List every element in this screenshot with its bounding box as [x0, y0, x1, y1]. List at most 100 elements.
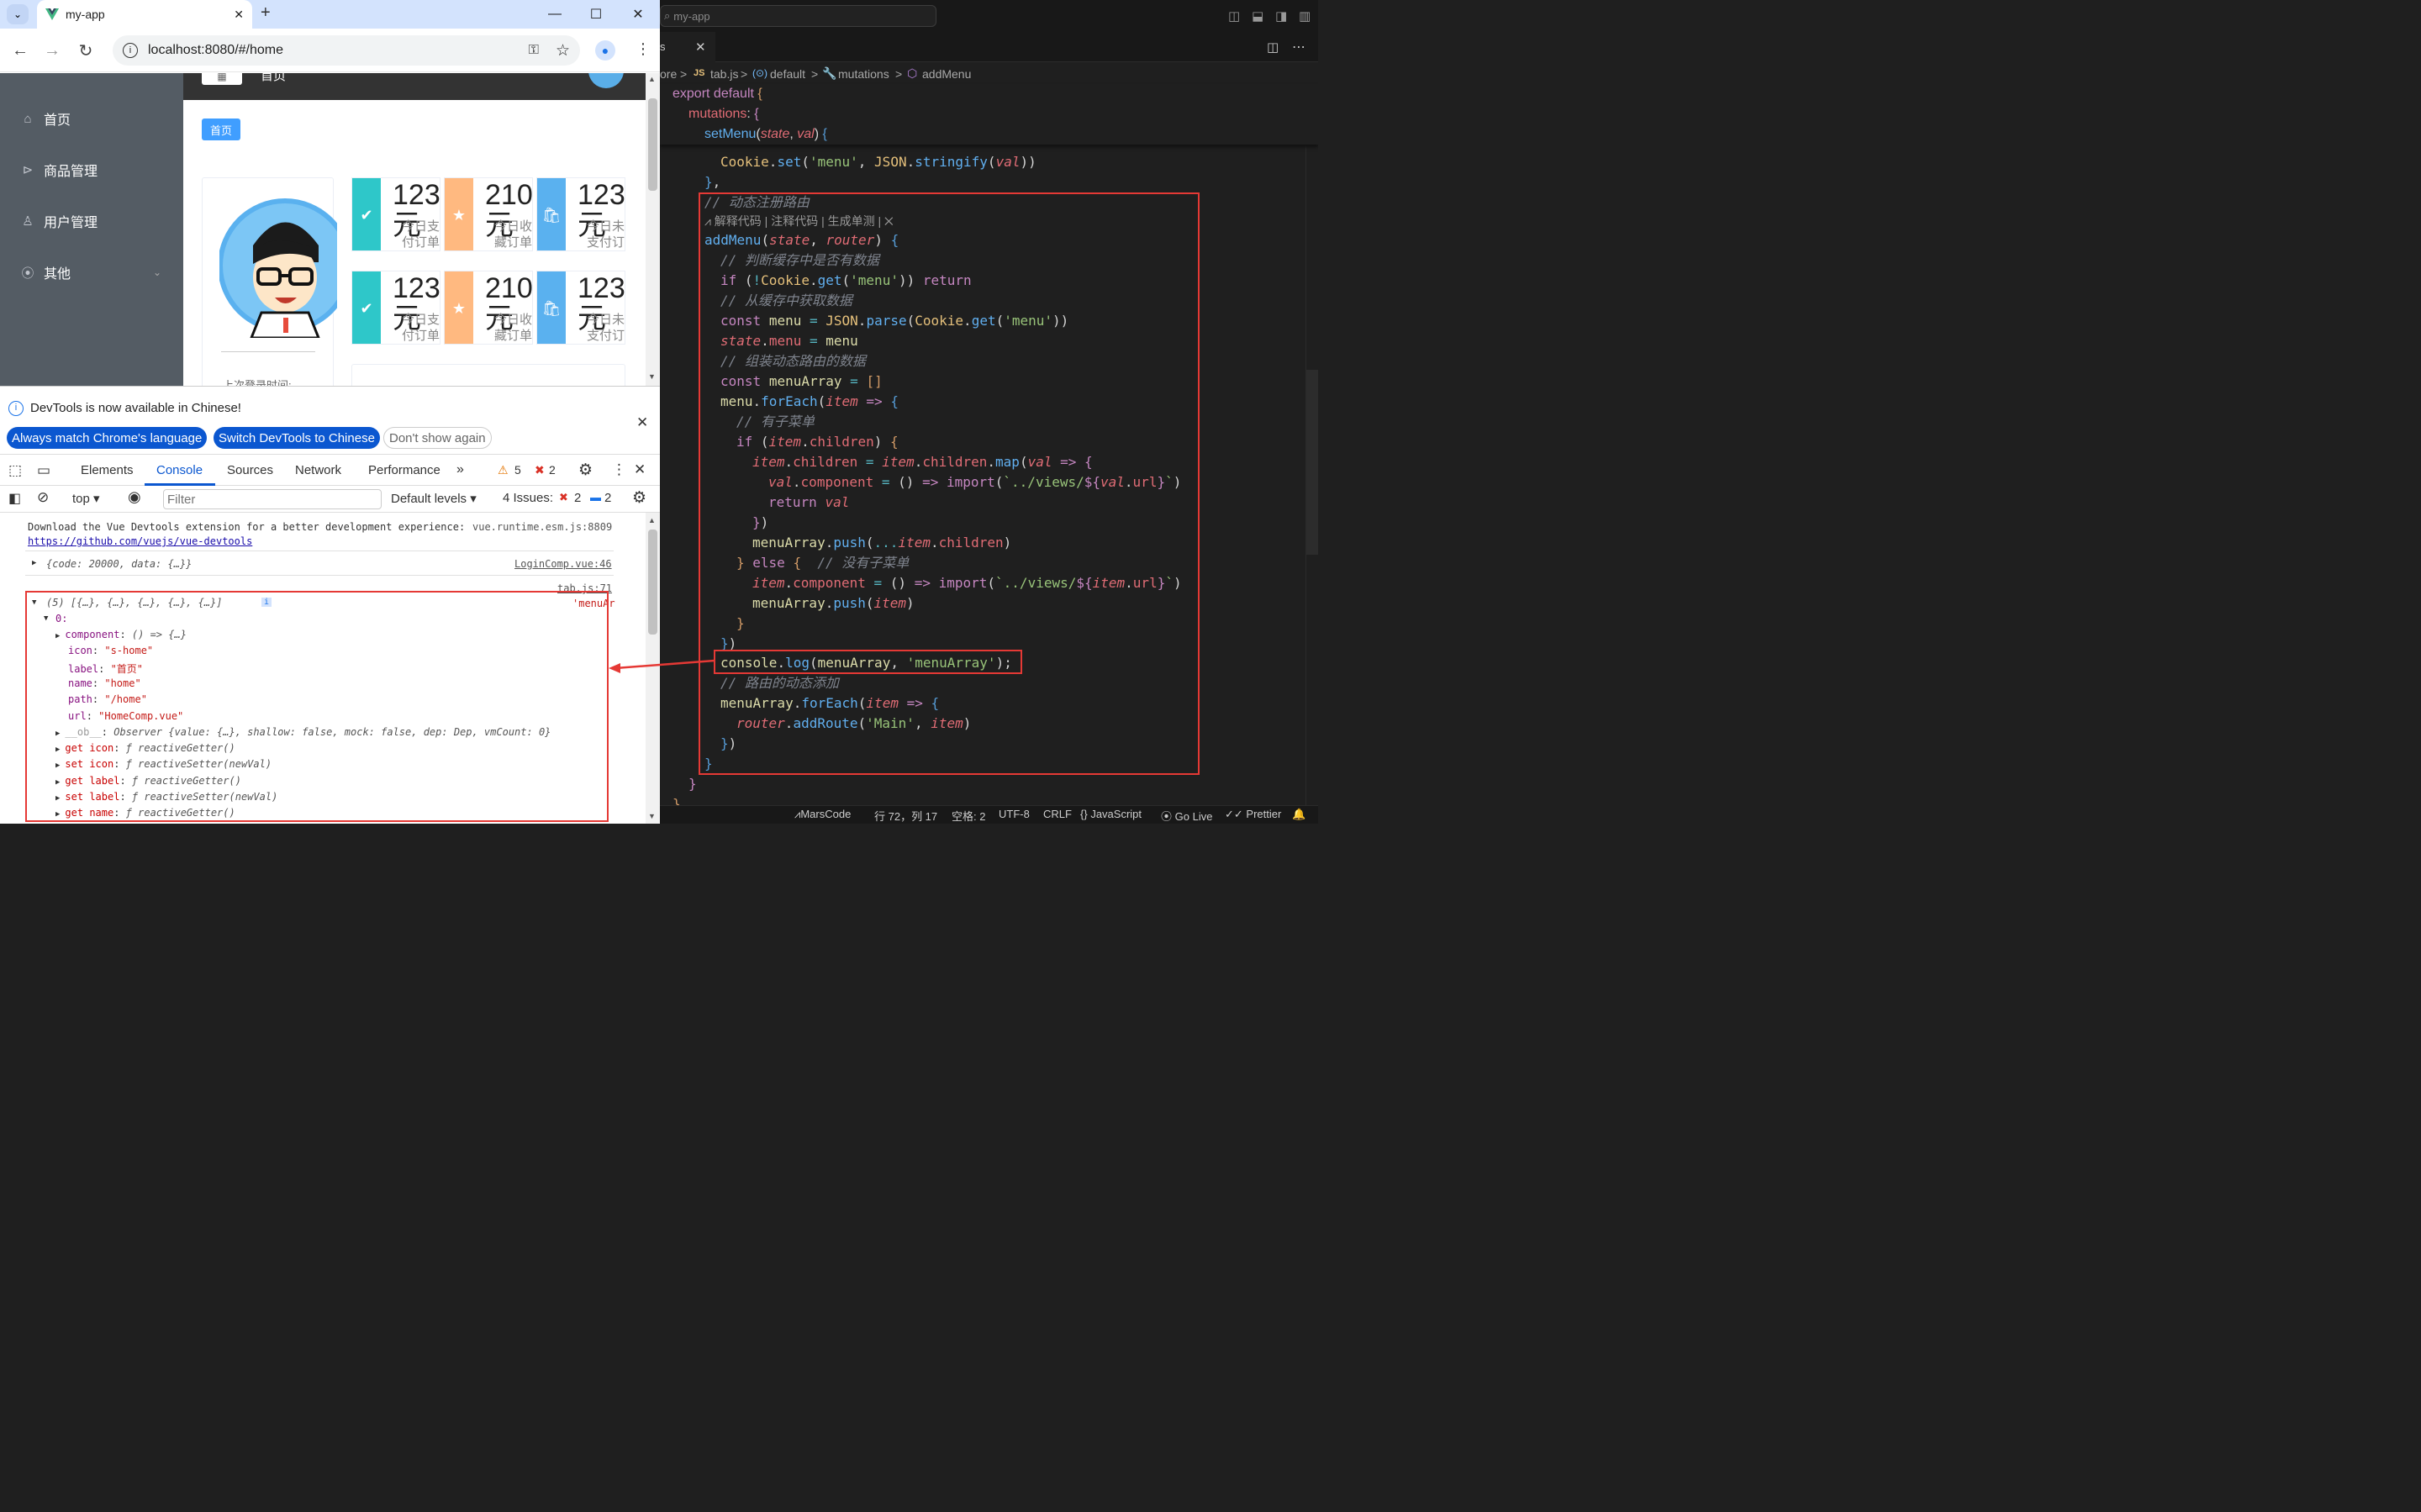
- error-icon[interactable]: ✖: [535, 463, 545, 477]
- scroll-down-arrow[interactable]: ▼: [648, 372, 656, 381]
- status-prettier[interactable]: ✓✓ Prettier: [1225, 808, 1281, 821]
- chart-card: [351, 364, 625, 386]
- issues-info-count: 2: [604, 491, 612, 505]
- dont-show-button[interactable]: Don't show again: [383, 427, 492, 449]
- status-encoding[interactable]: UTF-8: [999, 808, 1030, 820]
- site-info-icon[interactable]: i: [123, 43, 138, 58]
- device-toggle-icon[interactable]: ▭: [37, 462, 50, 479]
- context-select[interactable]: top ▾: [72, 491, 100, 506]
- scroll-thumb[interactable]: [1306, 370, 1318, 555]
- console-object[interactable]: {code: 20000, data: {…}}: [46, 558, 192, 570]
- close-tab-icon[interactable]: ✕: [234, 8, 244, 22]
- log-levels-select[interactable]: Default levels ▾: [391, 491, 477, 506]
- command-center-search[interactable]: ⌕ my-app: [660, 5, 936, 27]
- star-icon: ★: [445, 271, 473, 344]
- clear-console-icon[interactable]: ⊘: [37, 489, 49, 506]
- editor-tab-tab-js[interactable]: s ✕: [660, 32, 715, 62]
- stat-card: ★ 210 元今日收藏订单: [444, 271, 533, 345]
- close-tab-icon[interactable]: ✕: [695, 40, 706, 55]
- toggle-secondary-sidebar-icon[interactable]: ◨: [1275, 8, 1287, 24]
- method-cube-icon: ⬡: [907, 66, 918, 80]
- user-avatar[interactable]: [588, 73, 624, 88]
- location-icon: ⦿: [21, 266, 34, 281]
- status-indentation[interactable]: 空格: 2: [952, 808, 985, 824]
- menu-item-goods[interactable]: ⊳ 商品管理: [20, 160, 98, 180]
- status-marscode[interactable]: ⩘MarsCode: [794, 808, 851, 821]
- toggle-panel-icon[interactable]: ⬓: [1252, 8, 1263, 24]
- status-golive[interactable]: ⦿ Go Live: [1161, 808, 1212, 824]
- console-link[interactable]: https://github.com/vuejs/vue-devtools: [28, 535, 252, 547]
- tab-performance[interactable]: Performance: [368, 463, 440, 477]
- status-cursor-position[interactable]: 行 72，列 17: [874, 808, 937, 824]
- address-bar[interactable]: i localhost:8080/#/home ⚿ ☆: [113, 35, 580, 66]
- chevron-down-icon: ⌄: [153, 266, 162, 278]
- stat-card: 🛍123元今日未支付订单: [536, 271, 625, 345]
- console-message: Download the Vue Devtools extension for …: [28, 521, 466, 533]
- minimap-scrollbar[interactable]: [1305, 84, 1318, 805]
- tab-sources[interactable]: Sources: [227, 463, 273, 477]
- reload-icon[interactable]: ↻: [76, 40, 96, 61]
- more-actions-icon[interactable]: ⋯: [1292, 39, 1305, 55]
- scroll-down-arrow[interactable]: ▼: [648, 812, 656, 820]
- profile-avatar-icon[interactable]: ●: [595, 40, 615, 61]
- scroll-up-arrow[interactable]: ▲: [648, 75, 656, 83]
- console-settings-icon[interactable]: ⚙: [632, 488, 646, 508]
- forward-icon[interactable]: →: [42, 40, 62, 61]
- minimize-button[interactable]: —: [545, 5, 565, 24]
- menu-item-users[interactable]: ♙ 用户管理: [20, 211, 98, 231]
- scroll-up-arrow[interactable]: ▲: [648, 516, 656, 524]
- check-icon: ✔: [352, 178, 381, 250]
- tab-search-button[interactable]: ⌄: [7, 4, 29, 24]
- sidebar-toggle-icon[interactable]: ◧: [8, 490, 21, 507]
- toggle-sidebar-icon[interactable]: ◫: [1228, 8, 1240, 24]
- settings-gear-icon[interactable]: ⚙: [578, 461, 593, 480]
- menu-item-other[interactable]: ⦿ 其他 ⌄: [20, 262, 161, 282]
- browser-menu-icon[interactable]: ⋮: [636, 40, 651, 58]
- scroll-thumb[interactable]: [648, 529, 657, 635]
- split-editor-icon[interactable]: ◫: [1267, 40, 1279, 55]
- menu-item-home[interactable]: ⌂ 首页: [20, 108, 71, 129]
- new-tab-button[interactable]: +: [261, 3, 271, 23]
- bookmark-star-icon[interactable]: ☆: [556, 41, 570, 61]
- password-key-icon[interactable]: ⚿: [529, 43, 539, 58]
- back-icon[interactable]: ←: [10, 40, 30, 61]
- user-avatar-image: [219, 198, 337, 338]
- devtools-menu-icon[interactable]: ⋮: [612, 461, 626, 478]
- live-expression-eye-icon[interactable]: ◉: [128, 488, 141, 506]
- stat-card: ✔ 123 元今日支付订单: [351, 177, 440, 251]
- close-devtools-icon[interactable]: ✕: [634, 461, 646, 478]
- annotation-box-console: [25, 591, 609, 822]
- status-eol[interactable]: CRLF: [1043, 808, 1072, 820]
- close-window-button[interactable]: ✕: [628, 5, 648, 24]
- tab-elements[interactable]: Elements: [81, 463, 134, 477]
- maximize-button[interactable]: ☐: [586, 5, 606, 24]
- issues-label[interactable]: 4 Issues:: [503, 491, 553, 505]
- status-language[interactable]: {} JavaScript: [1080, 808, 1142, 820]
- breadcrumb-tag[interactable]: 首页: [202, 119, 240, 140]
- url-text: localhost:8080/#/home: [148, 43, 283, 57]
- browser-tab[interactable]: my-app ✕: [37, 0, 252, 29]
- tab-console[interactable]: Console: [156, 463, 203, 477]
- collapse-menu-button[interactable]: ▦: [202, 73, 242, 85]
- warning-icon[interactable]: ⚠: [498, 463, 509, 477]
- close-infobar-icon[interactable]: ✕: [636, 414, 648, 431]
- bag-icon: 🛍: [537, 271, 566, 344]
- web-page: ⌂ 首页 ⊳ 商品管理 ♙ 用户管理 ⦿ 其他 ⌄ ▦ 首页 首页 上次登录时间: ✔ 12…: [0, 73, 660, 386]
- match-language-button[interactable]: Always match Chrome's language: [7, 427, 208, 449]
- side-menu: ⌂ 首页 ⊳ 商品管理 ♙ 用户管理 ⦿ 其他 ⌄: [0, 73, 183, 386]
- scroll-thumb[interactable]: [648, 98, 657, 191]
- console-filter-input[interactable]: [163, 489, 382, 509]
- more-tabs-icon[interactable]: »: [456, 462, 464, 477]
- customize-layout-icon[interactable]: ▥: [1299, 8, 1311, 24]
- page-scrollbar[interactable]: ▲ ▼: [646, 73, 660, 386]
- inspect-element-icon[interactable]: ⬚: [8, 462, 22, 479]
- tab-network[interactable]: Network: [295, 463, 341, 477]
- console-source-link[interactable]: vue.runtime.esm.js:8809: [472, 521, 612, 533]
- expand-triangle-icon[interactable]: ▶: [32, 559, 36, 567]
- star-icon: ★: [445, 178, 473, 250]
- home-icon: ⌂: [24, 111, 32, 126]
- notifications-bell-icon[interactable]: 🔔: [1292, 808, 1305, 821]
- switch-chinese-button[interactable]: Switch DevTools to Chinese: [214, 427, 380, 449]
- console-source-link[interactable]: LoginComp.vue:46: [514, 558, 612, 570]
- annotation-box-addmenu: [699, 192, 1200, 775]
